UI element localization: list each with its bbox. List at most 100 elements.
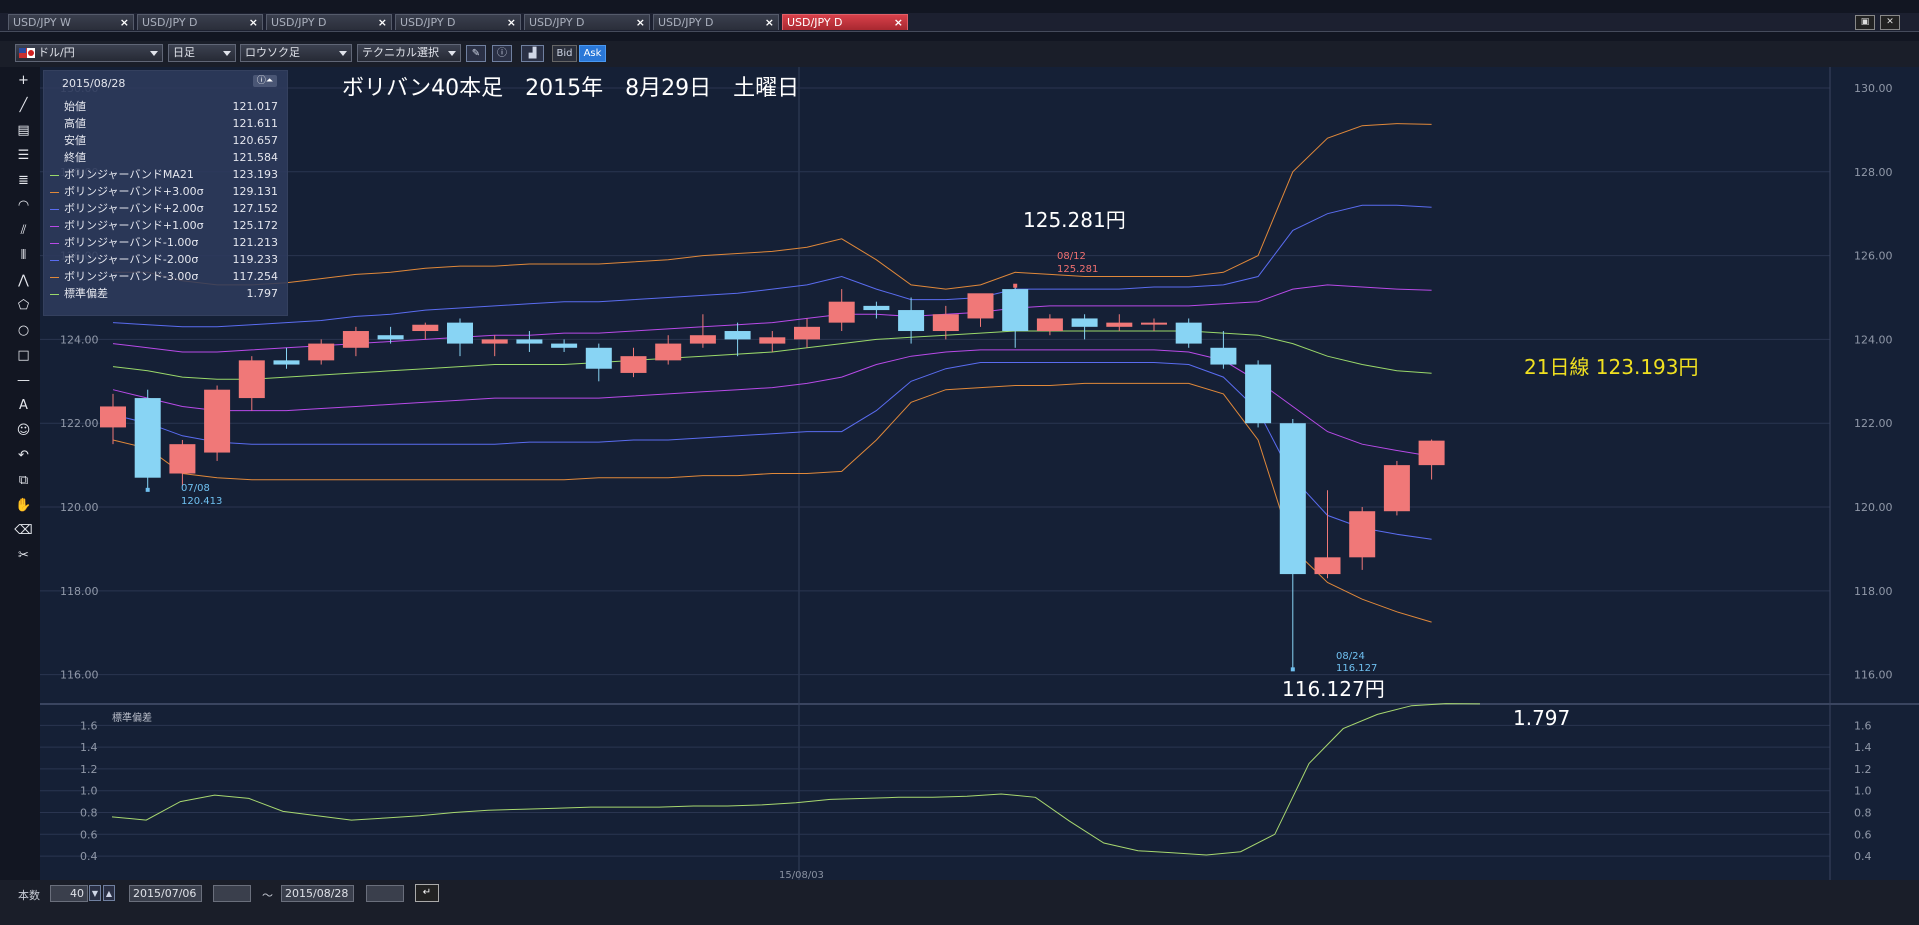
copy-icon[interactable]: ⧉: [12, 470, 35, 491]
gann-fan-icon[interactable]: ⫽: [12, 220, 35, 241]
volume-chart-icon[interactable]: ▟: [521, 45, 544, 62]
info-row: ボリンジャーバンド-2.00σ 119.233: [50, 252, 278, 268]
text-icon[interactable]: A: [12, 395, 35, 416]
info-row-label: ボリンジャーバンド+1.00σ: [64, 219, 204, 232]
pitchfork-icon[interactable]: ⋀: [12, 270, 35, 291]
info-row-value: 117.254: [232, 270, 279, 283]
return-icon[interactable]: ↵: [415, 884, 439, 902]
candle-body: [1418, 440, 1445, 466]
chevron-down-icon: [339, 51, 347, 56]
y-tick-label-right: 116.00: [1854, 669, 1893, 682]
sd-y-tick-left: 0.8: [80, 807, 98, 820]
sd-panel-label: 標準偏差: [112, 711, 152, 724]
hline-icon[interactable]: —: [12, 370, 35, 391]
sd-y-tick-right: 0.6: [1854, 828, 1872, 841]
sd-annotation: 1.797: [1513, 706, 1570, 730]
bid-button[interactable]: Bid: [552, 45, 577, 62]
horizontal-lines-icon[interactable]: ☰: [12, 145, 35, 166]
ruler-icon[interactable]: ▤: [12, 120, 35, 141]
candle-body: [447, 322, 473, 344]
sd-y-tick-right: 1.2: [1854, 763, 1872, 776]
info-row: ボリンジャーバンド-1.00σ 121.213: [50, 235, 278, 251]
vertical-lines-icon[interactable]: ⦀: [12, 245, 35, 266]
timeframe-value: 日足: [173, 46, 195, 59]
close-icon[interactable]: ×: [636, 15, 645, 31]
high-marker-value: 125.281: [1057, 264, 1098, 275]
trendline-icon[interactable]: ╱: [12, 95, 35, 116]
info-row: 終値 121.584: [50, 150, 278, 166]
timeframe-select[interactable]: 日足: [168, 44, 236, 62]
info-row-value: 121.017: [232, 100, 279, 113]
info-collapse-icon[interactable]: ⓘ⏶: [253, 75, 277, 87]
time-from-input[interactable]: [213, 885, 251, 902]
x-tick-label: 15/08/03: [779, 870, 824, 880]
tab-3[interactable]: USD/JPY D ×: [266, 14, 392, 30]
emoji-icon[interactable]: ☺: [12, 420, 35, 441]
pencil-icon[interactable]: ✎: [466, 45, 486, 62]
tab-4[interactable]: USD/JPY D ×: [395, 14, 521, 30]
close-icon[interactable]: ×: [894, 15, 903, 31]
technical-select[interactable]: テクニカル選択: [357, 44, 461, 62]
rectangle-icon[interactable]: □: [12, 345, 35, 366]
pentagon-icon[interactable]: ⬠: [12, 295, 35, 316]
chart-area[interactable]: 1.6 1.6 1.4 1.4 1.2 1.2 1.0 1.0 0.8 0.8 0.6 0.6 0.4 0…: [40, 67, 1919, 881]
bars-count-label: 本数: [18, 889, 40, 902]
technical-select-label: テクニカル選択: [362, 46, 439, 59]
maximize-icon[interactable]: ▣: [1855, 15, 1875, 30]
candle-body: [412, 324, 439, 332]
candle-body: [1036, 318, 1063, 332]
time-to-input[interactable]: [366, 885, 404, 902]
info-row-value: 123.193: [232, 168, 279, 181]
currency-pair-select[interactable]: ドル/円: [15, 44, 163, 62]
crosshair-icon[interactable]: +: [12, 70, 35, 91]
info-row: ボリンジャーバンド+3.00σ 129.131: [50, 184, 278, 200]
candle-body: [516, 339, 543, 344]
tab-label: USD/JPY D: [658, 16, 714, 29]
circle-icon[interactable]: ○: [12, 320, 35, 341]
close-icon[interactable]: ×: [507, 15, 516, 31]
tab-6[interactable]: USD/JPY D ×: [653, 14, 779, 30]
info-row-label: ボリンジャーバンド+2.00σ: [64, 202, 204, 215]
series-swatch: [50, 260, 59, 261]
close-icon[interactable]: ×: [378, 15, 387, 31]
hand-icon[interactable]: ✋: [12, 495, 35, 516]
series-swatch: [50, 243, 59, 244]
y-tick-label-right: 124.00: [1854, 333, 1893, 346]
series-swatch: [50, 175, 59, 176]
candlestick-chart[interactable]: 1.6 1.6 1.4 1.4 1.2 1.2 1.0 1.0 0.8 0.8 0.6 0.6 0.4 0…: [40, 67, 1919, 881]
candle-body: [620, 356, 647, 373]
ask-label: Ask: [583, 48, 602, 59]
tab-1[interactable]: USD/JPY W ×: [8, 14, 134, 30]
y-tick-label-right: 126.00: [1854, 250, 1893, 263]
series-swatch: [50, 141, 59, 142]
ask-button[interactable]: Ask: [579, 45, 606, 62]
increment-icon[interactable]: ▲: [103, 885, 115, 901]
tab-2[interactable]: USD/JPY D ×: [137, 14, 263, 30]
date-from-input[interactable]: 2015/07/06: [129, 885, 202, 902]
eraser-icon[interactable]: ⌫: [12, 520, 35, 541]
candle-body: [585, 347, 612, 369]
fibonacci-icon[interactable]: ≣: [12, 170, 35, 191]
y-tick-label-right: 128.00: [1854, 166, 1893, 179]
date-to-input[interactable]: 2015/08/28: [281, 885, 354, 902]
eraser-all-icon[interactable]: ✂: [12, 545, 35, 566]
chevron-down-icon: [223, 51, 231, 56]
close-icon[interactable]: ×: [249, 15, 258, 31]
info-icon[interactable]: ⓘ: [492, 45, 512, 62]
bars-count-input[interactable]: 40: [50, 885, 88, 902]
decrement-icon[interactable]: ▼: [89, 885, 101, 901]
close-window-icon[interactable]: ✕: [1880, 15, 1900, 30]
series-swatch: [50, 209, 59, 210]
tab-7-active[interactable]: USD/JPY D ×: [782, 14, 908, 30]
fan-arc-icon[interactable]: ◠: [12, 195, 35, 216]
close-icon[interactable]: ×: [120, 15, 129, 31]
chart-style-select[interactable]: ロウソク足: [240, 44, 352, 62]
info-row-value: 121.584: [232, 151, 279, 164]
low1-marker-date: 07/08: [181, 483, 210, 494]
y-tick-label-left: 120.00: [60, 501, 99, 514]
candle-body: [724, 331, 751, 340]
tab-5[interactable]: USD/JPY D ×: [524, 14, 650, 30]
low1-marker-value: 120.413: [181, 496, 222, 507]
undo-icon[interactable]: ↶: [12, 445, 35, 466]
close-icon[interactable]: ×: [765, 15, 774, 31]
